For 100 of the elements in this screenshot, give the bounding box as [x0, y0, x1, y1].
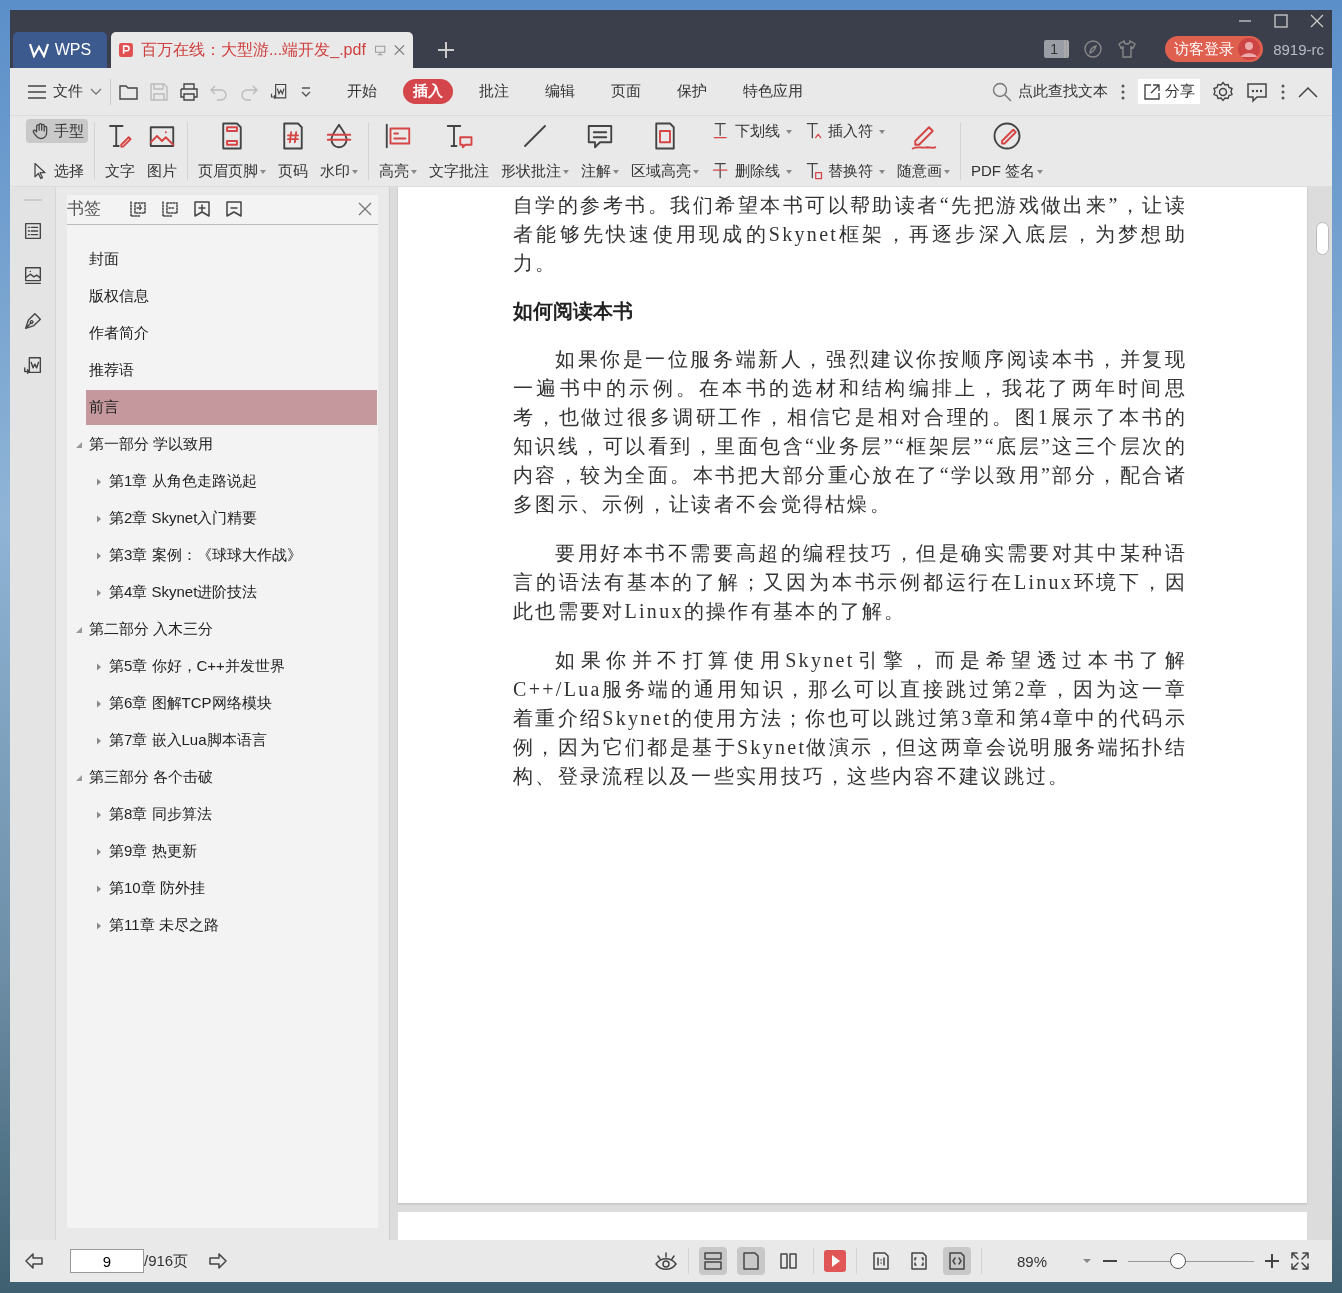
tree-arrow-icon[interactable] — [95, 884, 103, 893]
tree-arrow-icon[interactable] — [95, 551, 103, 560]
single-page-button[interactable] — [737, 1247, 765, 1275]
next-page-icon[interactable] — [208, 1251, 229, 1271]
tree-arrow-icon[interactable] — [75, 773, 83, 782]
scroll-thumb[interactable] — [1316, 222, 1329, 255]
add-bookmark-icon[interactable] — [193, 199, 211, 218]
close-icon[interactable] — [394, 43, 405, 57]
ribbon-tab[interactable]: 保护 — [667, 79, 717, 104]
print-icon[interactable] — [179, 81, 199, 102]
toolbar-button[interactable]: 手型 — [26, 119, 88, 143]
toolbar-button[interactable]: 图片 — [143, 119, 181, 183]
bookmark-item[interactable]: 第1章 从角色走路说起 — [106, 464, 378, 499]
tree-arrow-icon[interactable] — [95, 514, 103, 523]
close-icon[interactable] — [1310, 14, 1324, 28]
export-word-icon[interactable] — [269, 81, 289, 102]
toolbar-button[interactable]: 替换符 — [800, 159, 889, 183]
continuous-page-button[interactable] — [699, 1247, 727, 1275]
bookmark-item[interactable]: 推荐语 — [86, 353, 378, 388]
bookmark-item[interactable]: 第11章 未尽之路 — [106, 908, 378, 943]
tree-arrow-icon[interactable] — [95, 736, 103, 745]
chat-icon[interactable] — [1246, 80, 1268, 103]
zoom-value[interactable]: 89% — [992, 1252, 1072, 1270]
tree-arrow-icon[interactable] — [95, 921, 103, 930]
fullscreen-icon[interactable] — [1290, 1251, 1310, 1271]
monitor-icon[interactable] — [373, 42, 387, 58]
document-tab[interactable]: 百万在线：大型游...端开发_.pdf — [111, 32, 413, 68]
ribbon-tab[interactable]: 编辑 — [535, 79, 585, 104]
page-number-field[interactable]: 9 — [70, 1249, 144, 1273]
bookmark-item[interactable]: 第5章 你好，C++并发世界 — [106, 649, 378, 684]
toolbar-button[interactable]: 页眉页脚 — [194, 119, 270, 183]
toolbar-button[interactable]: 页码 — [274, 119, 312, 183]
eye-icon[interactable] — [654, 1250, 678, 1272]
collapse-icon[interactable] — [1298, 85, 1318, 98]
zoom-in-icon[interactable] — [1264, 1253, 1280, 1269]
bookmark-item[interactable]: 封面 — [86, 242, 378, 277]
tree-arrow-icon[interactable] — [95, 847, 103, 856]
bookmark-item[interactable]: 第10章 防外挂 — [106, 871, 378, 906]
previous-page-icon[interactable] — [24, 1251, 44, 1271]
ribbon-tab[interactable]: 特色应用 — [733, 79, 813, 104]
bookmark-item[interactable]: 第4章 Skynet进阶技法 — [106, 575, 378, 610]
toolbar-button[interactable]: 下划线 — [707, 119, 796, 143]
toolbar-button[interactable]: PDF 签名 — [967, 119, 1048, 183]
tree-arrow-icon[interactable] — [95, 662, 103, 671]
remove-bookmark-icon[interactable] — [225, 199, 243, 218]
wps-tab[interactable]: WPS — [13, 32, 107, 68]
search-placeholder: 点此查找文本 — [1018, 82, 1108, 101]
bookmark-item[interactable]: 第7章 嵌入Lua脚本语言 — [106, 723, 378, 758]
bookmark-item[interactable]: 第二部分 入木三分 — [86, 612, 378, 647]
body-paragraph: 自学的参考书。我们希望本书可以帮助读者“先把游戏做出来”，让读者能够先快速使用现成的Skynet框架，再逐步深入底层，为梦想助力。 — [513, 193, 1187, 276]
login-button[interactable]: 访客登录 — [1165, 36, 1264, 62]
toolbar-button[interactable]: 水印 — [316, 119, 362, 183]
fit-width-button[interactable] — [943, 1247, 971, 1275]
search-field[interactable]: 点此查找文本 — [992, 81, 1108, 102]
expand-all-icon[interactable] — [129, 199, 147, 218]
ribbon-tab[interactable]: 页面 — [601, 79, 651, 104]
shirt-icon[interactable] — [1117, 39, 1138, 59]
toolbar-button[interactable]: 高亮 — [375, 119, 421, 183]
stacked-pages-icon — [703, 1251, 723, 1271]
tree-arrow-icon[interactable] — [75, 440, 83, 449]
ribbon-tab[interactable]: 插入 — [403, 79, 453, 104]
tree-arrow-icon[interactable] — [95, 477, 103, 486]
close-icon[interactable] — [358, 201, 372, 216]
toolbar-button[interactable]: 文字 — [101, 119, 139, 183]
bookmark-item[interactable]: 第三部分 各个击破 — [86, 760, 378, 795]
export-word-icon[interactable] — [21, 355, 44, 377]
dropdown-arrow-icon[interactable] — [1082, 1258, 1092, 1264]
bookmark-item[interactable]: 第9章 热更新 — [106, 834, 378, 869]
chevron-down-icon[interactable] — [299, 84, 313, 99]
bookmark-item[interactable]: 第8章 同步算法 — [106, 797, 378, 832]
bookmark-item[interactable]: 第3章 案例：《球球大作战》 — [106, 538, 378, 573]
toolbar-button[interactable]: 随意画 — [893, 119, 954, 183]
bookmark-item[interactable]: 前言 — [86, 390, 377, 425]
page-count-badge[interactable]: 1 — [1044, 40, 1070, 58]
toolbar-button[interactable]: 文字批注 — [425, 119, 493, 183]
file-menu[interactable]: 文件 — [28, 82, 102, 101]
bookmark-item[interactable]: 作者简介 — [86, 316, 378, 351]
share-button[interactable]: 分享 — [1138, 79, 1200, 104]
tree-arrow-icon[interactable] — [95, 588, 103, 597]
toolbar-button[interactable]: 删除线 — [707, 159, 796, 183]
ribbon-tab[interactable]: 开始 — [337, 79, 387, 104]
tree-arrow-icon[interactable] — [75, 625, 83, 634]
toolbar-button[interactable]: 插入符 — [800, 119, 889, 143]
settings-icon[interactable] — [1212, 80, 1234, 103]
collapse-all-icon[interactable] — [161, 199, 179, 218]
tree-arrow-icon[interactable] — [95, 810, 103, 819]
toolbar-button[interactable]: 选择 — [26, 159, 88, 183]
maximize-icon[interactable] — [1274, 14, 1288, 28]
play-icon[interactable] — [824, 1250, 846, 1272]
slider-thumb[interactable] — [1170, 1253, 1187, 1269]
tree-arrow-icon[interactable] — [95, 699, 103, 708]
ribbon-tab[interactable]: 批注 — [469, 79, 519, 104]
bookmark-item[interactable]: 第2章 Skynet入门精要 — [106, 501, 378, 536]
new-tab-icon[interactable] — [437, 41, 455, 59]
toolbar-button[interactable]: 区域高亮 — [627, 119, 703, 183]
bookmark-item[interactable]: 第一部分 学以致用 — [86, 427, 378, 462]
bookmark-item[interactable]: 第6章 图解TCP网络模块 — [106, 686, 378, 721]
bookmark-item[interactable]: 版权信息 — [86, 279, 378, 314]
toolbar-button[interactable]: 形状批注 — [497, 119, 573, 183]
toolbar-button[interactable]: 注解 — [577, 119, 623, 183]
